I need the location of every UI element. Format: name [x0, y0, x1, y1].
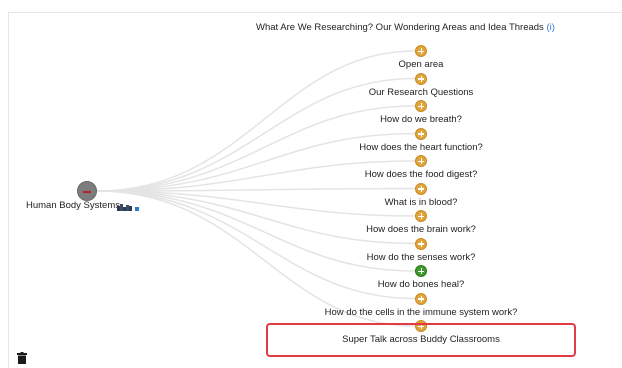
thread-node-label[interactable]: How do we breath? — [380, 114, 462, 125]
root-node-label: Human Body Systems — [26, 200, 120, 211]
thread-node-label[interactable]: How does the brain work? — [366, 224, 476, 235]
thread-node-label[interactable]: How does the food digest? — [365, 169, 478, 180]
expand-node-button[interactable] — [415, 292, 427, 305]
thread-node-label[interactable]: What is in blood? — [385, 197, 458, 208]
thread-node-label[interactable]: How do the senses work? — [367, 252, 476, 263]
root-node-collapse-button[interactable] — [77, 181, 97, 201]
thread-node-label[interactable]: Our Research Questions — [369, 87, 474, 98]
expand-node-button[interactable] — [415, 210, 427, 222]
trash-icon[interactable] — [17, 352, 27, 364]
expand-node-button[interactable] — [415, 100, 427, 112]
thread-node-label[interactable]: How do the cells in the immune system wo… — [325, 307, 518, 318]
thread-edge — [96, 190, 416, 300]
expand-node-button[interactable] — [415, 265, 427, 277]
expand-node-button[interactable] — [415, 182, 427, 195]
thread-edge — [96, 190, 416, 245]
expand-node-button[interactable] — [415, 72, 427, 85]
thread-node-label[interactable]: How do bones heal? — [378, 279, 465, 290]
expand-node-button[interactable] — [415, 155, 427, 167]
bar-chart-icon[interactable] — [117, 201, 139, 211]
highlight-box — [266, 323, 576, 357]
thread-node-label[interactable]: Open area — [399, 59, 444, 70]
thread-node-label[interactable]: How does the heart function? — [359, 142, 483, 153]
expand-node-button[interactable] — [415, 237, 427, 250]
expand-node-button[interactable] — [415, 45, 427, 57]
expand-node-button[interactable] — [415, 127, 427, 140]
